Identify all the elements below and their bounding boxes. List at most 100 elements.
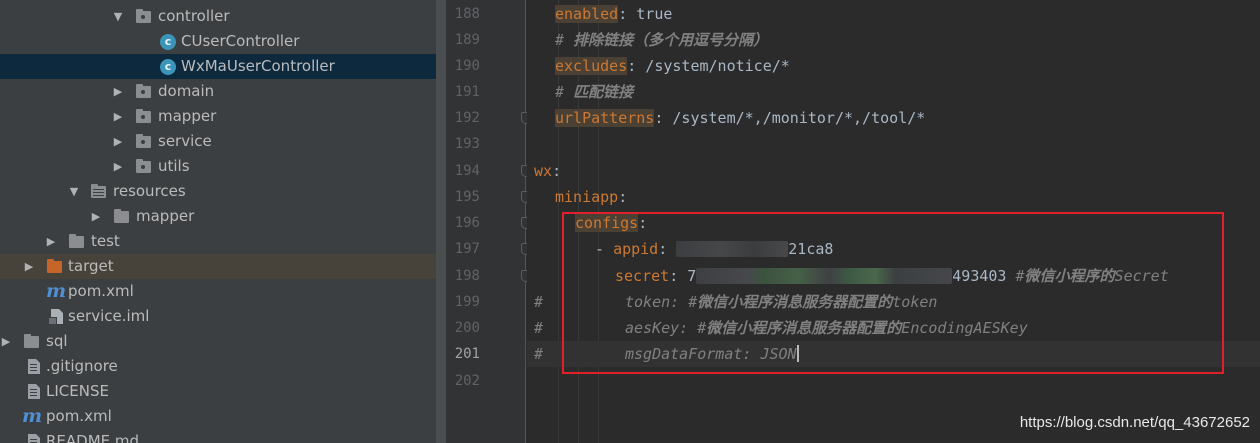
code-line-194[interactable]: wx: (527, 158, 1260, 184)
code-line-189[interactable]: # 排除链接（多个用逗号分隔） (527, 27, 1260, 53)
line-number: 197 (454, 241, 480, 257)
project-tree: ▼ controller c CUserController c WxMaUse… (0, 0, 436, 443)
excluded-folder-icon (47, 259, 62, 273)
yaml-key: wx (534, 162, 553, 180)
line-number: 199 (454, 294, 480, 310)
tree-item-label: target (68, 257, 114, 275)
comment-text: token (892, 293, 938, 311)
yaml-dash: - (595, 240, 614, 258)
code-line-190[interactable]: excludes: /system/notice/* (527, 53, 1260, 79)
comment-marker: # (555, 31, 574, 49)
chevron-down-icon[interactable]: ▼ (68, 179, 80, 204)
tree-item-test[interactable]: ▶ test (0, 229, 436, 254)
line-number: 188 (454, 6, 480, 22)
resources-folder-icon (91, 184, 106, 198)
redacted-value (676, 241, 789, 257)
chevron-right-icon[interactable]: ▶ (90, 204, 102, 229)
tree-item-label: mapper (158, 107, 217, 125)
tree-item-label: .gitignore (46, 357, 118, 375)
line-number: 193 (454, 136, 480, 152)
line-number: 192 (454, 110, 480, 126)
chevron-right-icon[interactable]: ▶ (112, 129, 124, 154)
line-number-gutter: 188 189 190 191 192 193 194 195 196 197 … (446, 0, 531, 443)
package-folder-icon (136, 84, 151, 98)
comment-text: 排除链接（多个用逗号分隔） (573, 31, 769, 49)
yaml-value: 21ca8 (788, 240, 834, 258)
tree-item-label: WxMaUserController (181, 57, 335, 75)
tree-item-label: domain (158, 82, 215, 100)
tree-item-target[interactable]: ▶ target (0, 254, 436, 279)
chevron-right-icon[interactable]: ▶ (0, 329, 12, 354)
line-number-current: 201 (454, 346, 480, 362)
comment-text: 匹配链接 (573, 83, 634, 101)
tree-item-root-pom-xml[interactable]: m pom.xml (0, 404, 436, 429)
code-line-197[interactable]: - appid: 21ca8 (527, 236, 1260, 262)
yaml-key: urlPatterns (555, 109, 655, 127)
code-editor[interactable]: enabled: true # 排除链接（多个用逗号分隔） excludes: … (527, 0, 1260, 443)
yaml-value: 493403 (952, 267, 1016, 285)
code-line-199[interactable]: # token: #微信小程序消息服务器配置的token (527, 289, 1260, 315)
tree-item-mapper[interactable]: ▶ mapper (0, 104, 436, 129)
markdown-file-icon (28, 434, 40, 443)
folder-icon (24, 334, 39, 348)
watermark: https://blog.csdn.net/qq_43672652 (1019, 414, 1250, 431)
comment-text: 微信小程序消息服务器配置的 (697, 293, 893, 311)
tree-item-gitignore[interactable]: .gitignore (0, 354, 436, 379)
tree-item-label: controller (158, 7, 230, 25)
tree-item-utils[interactable]: ▶ utils (0, 154, 436, 179)
code-line-201[interactable]: # msgDataFormat: JSON (527, 341, 1260, 367)
line-number: 190 (454, 58, 480, 74)
tree-item-domain[interactable]: ▶ domain (0, 79, 436, 104)
tree-item-license[interactable]: LICENSE (0, 379, 436, 404)
yaml-value: 7 (687, 267, 697, 285)
chevron-right-icon[interactable]: ▶ (112, 154, 124, 179)
tree-item-label: utils (158, 157, 190, 175)
tree-item-cusercontroller[interactable]: c CUserController (0, 29, 436, 54)
code-line-195[interactable]: miniapp: (527, 184, 1260, 210)
folder-icon (114, 209, 129, 223)
tree-item-service[interactable]: ▶ service (0, 129, 436, 154)
chevron-right-icon[interactable]: ▶ (23, 254, 35, 279)
code-line-202[interactable] (527, 368, 1260, 394)
tree-item-sql[interactable]: ▶ sql (0, 329, 436, 354)
comment-text: 微信小程序消息服务器配置的 (706, 319, 902, 337)
yaml-value: : /system/notice/* (627, 57, 790, 75)
tree-item-service-iml[interactable]: service.iml (0, 304, 436, 329)
code-line-198[interactable]: secret: 7 493403 #微信小程序的Secret (527, 263, 1260, 289)
tree-scrollbar[interactable] (436, 0, 446, 443)
chevron-down-icon[interactable]: ▼ (112, 4, 124, 29)
yaml-colon: : (658, 240, 677, 258)
chevron-right-icon[interactable]: ▶ (112, 104, 124, 129)
line-number: 195 (454, 189, 480, 205)
tree-item-readme[interactable]: README.md (0, 429, 436, 443)
tree-item-wxmausercontroller[interactable]: c WxMaUserController (0, 54, 436, 79)
package-folder-icon (136, 134, 151, 148)
line-number: 202 (454, 373, 480, 389)
code-line-200[interactable]: # aesKey: #微信小程序消息服务器配置的EncodingAESKey (527, 315, 1260, 341)
code-line-188[interactable]: enabled: true (527, 1, 1260, 27)
maven-icon: m (22, 405, 43, 427)
yaml-colon: : (669, 267, 688, 285)
comment-text: aesKey: # (625, 319, 707, 337)
chevron-right-icon[interactable]: ▶ (45, 229, 57, 254)
yaml-colon: : (618, 188, 628, 206)
folder-icon (69, 234, 84, 248)
line-number: 191 (454, 84, 480, 100)
code-line-191[interactable]: # 匹配链接 (527, 79, 1260, 105)
line-number: 198 (454, 268, 480, 284)
maven-icon: m (46, 280, 67, 302)
code-line-192[interactable]: urlPatterns: /system/*,/monitor/*,/tool/… (527, 105, 1260, 131)
chevron-right-icon[interactable]: ▶ (112, 79, 124, 104)
code-line-193[interactable] (527, 131, 1260, 157)
yaml-value: : true (618, 5, 673, 23)
comment-marker: # (534, 345, 544, 363)
tree-item-pom-xml[interactable]: m pom.xml (0, 279, 436, 304)
comment-text: 微信小程序的 (1024, 267, 1115, 285)
tree-item-resources-mapper[interactable]: ▶ mapper (0, 204, 436, 229)
tree-item-resources[interactable]: ▼ resources (0, 179, 436, 204)
tree-item-controller[interactable]: ▼ controller (0, 4, 436, 29)
code-line-196[interactable]: configs: (527, 210, 1260, 236)
tree-item-label: mapper (136, 207, 195, 225)
package-folder-icon (136, 109, 151, 123)
yaml-value: : /system/*,/monitor/*,/tool/* (654, 109, 926, 127)
